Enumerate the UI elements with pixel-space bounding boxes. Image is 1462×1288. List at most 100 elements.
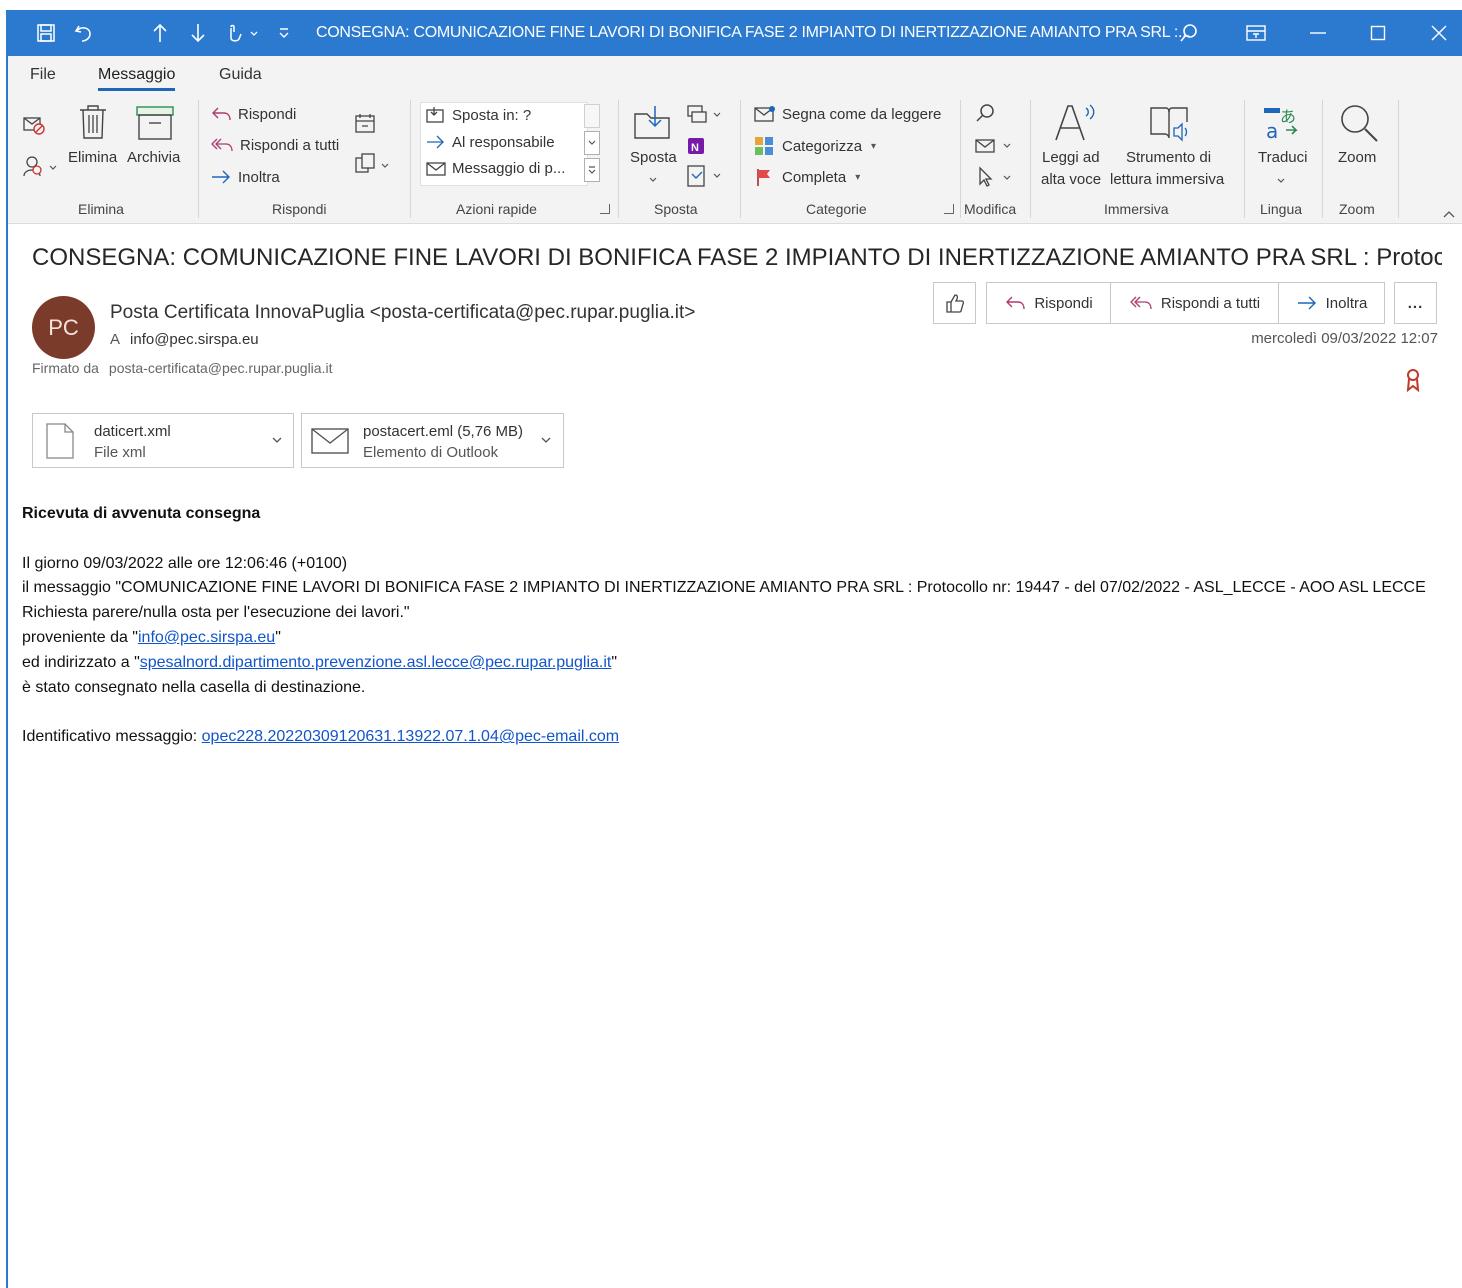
delete-icon[interactable] bbox=[78, 104, 108, 145]
tab-file[interactable]: File bbox=[30, 66, 56, 84]
ribbon-separator bbox=[618, 100, 619, 218]
mark-unread-icon bbox=[754, 106, 775, 122]
quick-step-team-email[interactable]: Messaggio di p... bbox=[426, 160, 565, 177]
tab-messaggio[interactable]: Messaggio bbox=[98, 66, 176, 91]
sender-email-link[interactable]: info@pec.sirspa.eu bbox=[138, 629, 275, 646]
ribbon-separator bbox=[960, 100, 961, 218]
reply-all-button[interactable]: Rispondi a tutti bbox=[210, 136, 339, 154]
undo-icon[interactable] bbox=[68, 10, 100, 56]
signed-by-address[interactable]: posta-certificata@pec.rupar.puglia.it bbox=[109, 360, 333, 376]
more-actions-button[interactable]: ... bbox=[1394, 282, 1437, 324]
reply-all-icon bbox=[1129, 296, 1152, 310]
forward-button[interactable]: Inoltra bbox=[210, 168, 280, 186]
forward-icon bbox=[1297, 296, 1316, 310]
like-button[interactable] bbox=[933, 282, 976, 324]
cleanup-icon[interactable] bbox=[22, 154, 58, 183]
meeting-reply-icon[interactable] bbox=[354, 112, 376, 139]
more-respond-icon[interactable] bbox=[354, 152, 392, 181]
group-label-azioni-rapide: Azioni rapide bbox=[456, 201, 537, 217]
to-label: A bbox=[110, 331, 121, 348]
attachment-dropdown-icon[interactable] bbox=[271, 432, 283, 450]
group-label-rispondi: Rispondi bbox=[272, 201, 327, 217]
archive-button[interactable]: Archivia bbox=[127, 149, 180, 166]
body-to-line: ed indirizzato a "spesalnord.dipartiment… bbox=[22, 651, 1432, 676]
gallery-expand[interactable] bbox=[584, 158, 600, 182]
move-dropdown-icon[interactable] bbox=[648, 171, 658, 189]
follow-up-button[interactable]: Completa ▾ bbox=[754, 167, 860, 187]
digital-signature-icon[interactable] bbox=[1405, 368, 1421, 397]
tags-launcher-icon[interactable] bbox=[944, 204, 954, 214]
ribbon-separator bbox=[1322, 100, 1323, 218]
translate-icon[interactable]: aあ bbox=[1262, 104, 1300, 147]
touch-mode-icon[interactable] bbox=[218, 10, 268, 56]
previous-item-icon[interactable] bbox=[146, 10, 174, 56]
related-icon[interactable] bbox=[974, 136, 1014, 161]
reply-button[interactable]: Rispondi bbox=[210, 105, 296, 123]
message-id-link[interactable]: opec228.20220309120631.13922.07.1.04@pec… bbox=[202, 728, 619, 745]
svg-text:N: N bbox=[691, 142, 699, 154]
body-from-prefix: proveniente da " bbox=[22, 628, 138, 646]
close-icon[interactable] bbox=[1416, 10, 1462, 56]
forward-icon bbox=[212, 170, 230, 184]
select-icon[interactable] bbox=[974, 166, 1014, 193]
attachment-type: Elemento di Outlook bbox=[363, 444, 499, 461]
zoom-button[interactable]: Zoom bbox=[1338, 149, 1376, 166]
recipient-address[interactable]: info@pec.sirspa.eu bbox=[130, 331, 259, 348]
forward-button-header[interactable]: Inoltra bbox=[1278, 282, 1385, 324]
collapse-ribbon-icon[interactable] bbox=[1442, 206, 1456, 224]
reply-label: Rispondi bbox=[238, 105, 297, 123]
delete-button[interactable]: Elimina bbox=[68, 149, 117, 166]
gallery-scroll-up[interactable] bbox=[584, 104, 600, 128]
zoom-icon[interactable] bbox=[1338, 102, 1380, 149]
categorize-button[interactable]: Categorizza ▾ bbox=[754, 136, 876, 156]
quick-step-move-to[interactable]: Sposta in: ? bbox=[426, 106, 531, 124]
attachment-type: File xml bbox=[94, 444, 146, 461]
tab-guida[interactable]: Guida bbox=[219, 66, 262, 84]
quick-step-to-manager[interactable]: Al responsabile bbox=[426, 133, 555, 151]
maximize-icon[interactable] bbox=[1355, 10, 1401, 56]
move-button[interactable]: Sposta bbox=[630, 149, 677, 166]
translate-button[interactable]: Traduci bbox=[1258, 149, 1307, 166]
reply-all-button-header[interactable]: Rispondi a tutti bbox=[1110, 282, 1279, 324]
attachment-postacert[interactable]: postacert.eml (5,76 MB) Elemento di Outl… bbox=[301, 413, 564, 468]
customize-toolbar-icon[interactable] bbox=[272, 10, 296, 56]
gallery-scroll-down[interactable] bbox=[584, 131, 600, 155]
attachment-dropdown-icon[interactable] bbox=[540, 432, 552, 450]
signed-by-row: Firmato da posta-certificata@pec.rupar.pu… bbox=[32, 360, 332, 376]
categorize-icon bbox=[755, 137, 773, 155]
ignore-icon[interactable] bbox=[22, 114, 46, 141]
immersive-reader-icon[interactable] bbox=[1148, 104, 1194, 149]
recipient-email-link[interactable]: spesalnord.dipartimento.prevenzione.asl.… bbox=[140, 654, 612, 671]
move-icon[interactable] bbox=[633, 104, 673, 145]
reply-button-header[interactable]: Rispondi bbox=[986, 282, 1111, 324]
chevron-down-icon: ▾ bbox=[871, 140, 877, 152]
archive-icon[interactable] bbox=[136, 106, 174, 145]
ribbon-display-options-icon[interactable] bbox=[1233, 10, 1279, 56]
immersive-reader-button-line2[interactable]: lettura immersiva bbox=[1110, 171, 1224, 188]
immersive-reader-button-line1[interactable]: Strumento di bbox=[1126, 149, 1211, 166]
flag-icon bbox=[757, 169, 770, 186]
categorize-label: Categorizza bbox=[782, 137, 863, 155]
rules-icon[interactable] bbox=[686, 104, 724, 131]
signed-by-label: Firmato da bbox=[32, 360, 99, 376]
minimize-icon[interactable] bbox=[1295, 10, 1341, 56]
actions-icon[interactable] bbox=[686, 164, 724, 193]
read-aloud-button-line1[interactable]: Leggi ad bbox=[1042, 149, 1100, 166]
ribbon-separator bbox=[410, 100, 411, 218]
onenote-icon[interactable]: N bbox=[686, 136, 706, 161]
attachment-name: daticert.xml bbox=[94, 423, 171, 440]
quick-step-team-email-label: Messaggio di p... bbox=[452, 160, 566, 177]
avatar[interactable]: PC bbox=[32, 296, 95, 359]
mark-unread-button[interactable]: Segna come da leggere bbox=[754, 105, 941, 123]
next-item-icon[interactable] bbox=[184, 10, 212, 56]
save-icon[interactable] bbox=[30, 10, 62, 56]
attachment-daticert[interactable]: daticert.xml File xml bbox=[32, 413, 294, 468]
sender-name[interactable]: Posta Certificata InnovaPuglia <posta-ce… bbox=[110, 302, 695, 324]
find-icon[interactable] bbox=[974, 102, 996, 129]
read-aloud-icon[interactable] bbox=[1050, 100, 1100, 149]
search-icon[interactable] bbox=[1166, 10, 1212, 56]
quick-steps-launcher-icon[interactable] bbox=[600, 204, 610, 214]
read-aloud-button-line2[interactable]: alta voce bbox=[1041, 171, 1101, 188]
translate-dropdown-icon[interactable] bbox=[1276, 172, 1286, 190]
